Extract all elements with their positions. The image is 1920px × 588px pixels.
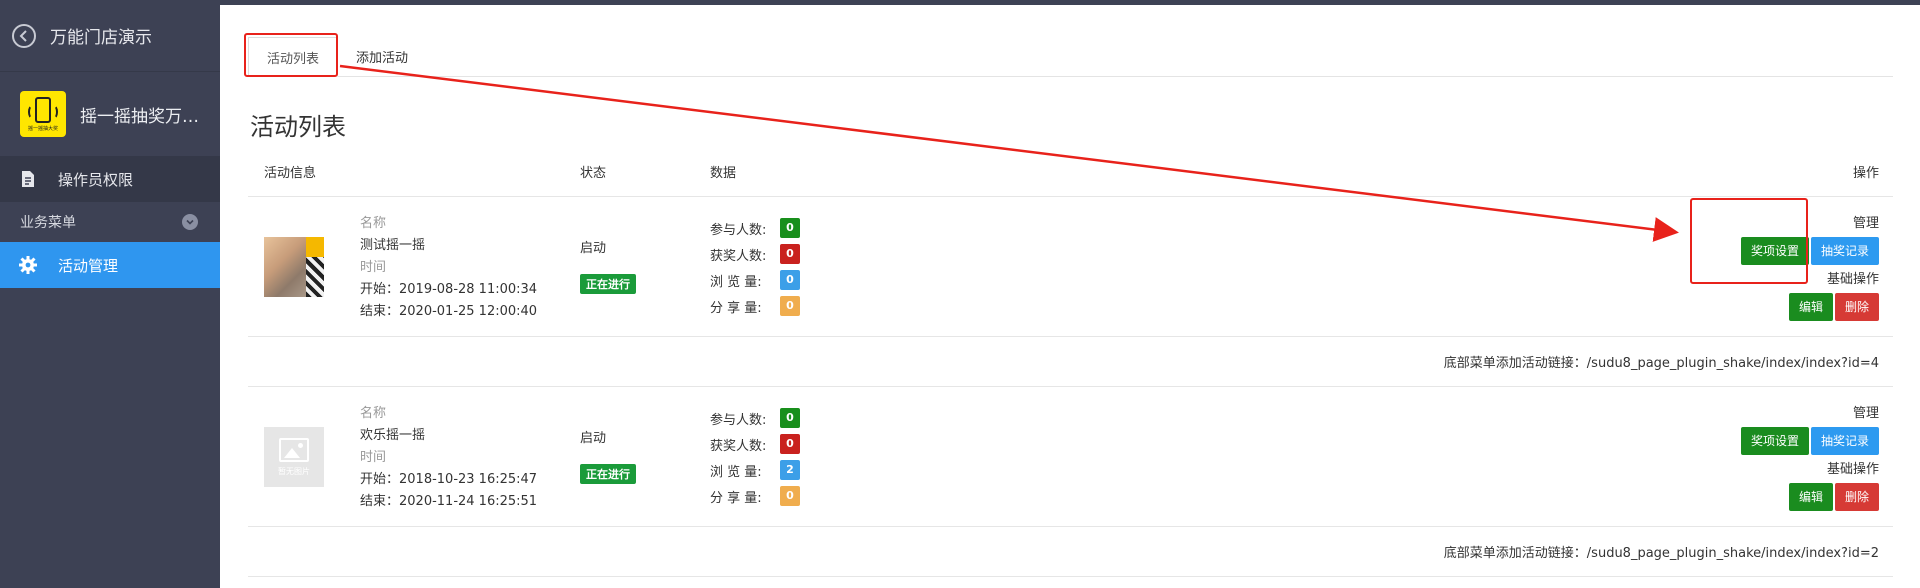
status-badge: 正在进行 — [580, 464, 636, 484]
sidebar-item-label: 操作员权限 — [58, 170, 134, 189]
no-image-caption: 暂无图片 — [278, 466, 310, 476]
shares-label: 分 享 量: — [710, 300, 762, 316]
column-header-data: 数据 — [710, 166, 737, 181]
main-content: 活动列表 添加活动 活动列表 活动信息 状态 数据 操作 名称 测试摇一摇 时间… — [220, 5, 1920, 588]
sidebar-section-label: 业务菜单 — [20, 215, 76, 231]
document-edit-icon — [18, 169, 38, 189]
back-icon[interactable] — [12, 23, 36, 48]
views-label: 浏 览 量: — [710, 274, 762, 290]
name-label: 名称 — [360, 406, 387, 421]
row-operations: 管理 奖项设置 抽奖记录 基础操作 编辑 删除 — [1739, 403, 1879, 515]
participants-count: 0 — [780, 408, 800, 428]
views-count: 2 — [780, 460, 800, 480]
app-logo-caption: 摇一摇抽大奖 — [27, 125, 58, 132]
tab-label: 添加活动 — [356, 50, 409, 66]
activity-table: 活动信息 状态 数据 操作 名称 测试摇一摇 时间 开始：2019-08-28 … — [248, 147, 1893, 577]
time-label: 时间 — [360, 260, 387, 275]
column-header-info: 活动信息 — [264, 166, 317, 181]
status-text: 启动 — [580, 431, 607, 446]
activity-info: 名称 测试摇一摇 时间 开始：2019-08-28 11:00:34 结束：20… — [360, 213, 537, 323]
store-title: 万能门店演示 — [50, 28, 152, 48]
edit-button[interactable]: 编辑 — [1788, 293, 1833, 321]
table-row: 名称 测试摇一摇 时间 开始：2019-08-28 11:00:34 结束：20… — [248, 197, 1893, 337]
participants-count: 0 — [780, 218, 800, 238]
manage-label: 管理 — [1852, 406, 1879, 421]
edit-button[interactable]: 编辑 — [1788, 483, 1833, 511]
winners-label: 获奖人数: — [710, 438, 767, 454]
activity-name: 欢乐摇一摇 — [360, 428, 426, 443]
image-placeholder-icon — [279, 437, 309, 462]
activity-status: 启动 正在进行 — [580, 237, 636, 294]
annotation-box-prize-settings — [1690, 198, 1808, 284]
activity-stats: 参与人数: 0 获奖人数: 0 浏 览 量: 0 分 享 量: 0 — [710, 215, 800, 319]
activity-thumbnail — [264, 237, 324, 297]
column-header-ops: 操作 — [1852, 166, 1879, 181]
table-row: 暂无图片 名称 欢乐摇一摇 时间 开始：2018-10-23 16:25:47 … — [248, 387, 1893, 527]
activity-stats: 参与人数: 0 获奖人数: 0 浏 览 量: 2 分 享 量: 0 — [710, 405, 800, 509]
tab-add-activity[interactable]: 添加活动 — [338, 36, 426, 76]
app-logo: 摇一摇抽大奖 — [20, 91, 66, 137]
sidebar-item-operator-permissions[interactable]: 操作员权限 — [0, 156, 220, 202]
draw-records-button[interactable]: 抽奖记录 — [1810, 237, 1879, 265]
column-header-status: 状态 — [580, 166, 607, 181]
prize-settings-button[interactable]: 奖项设置 — [1740, 427, 1809, 455]
end-time: 结束：2020-01-25 12:00:40 — [360, 304, 538, 319]
annotation-box-tab — [244, 33, 338, 77]
name-label: 名称 — [360, 216, 387, 231]
basic-ops-label: 基础操作 — [1826, 462, 1879, 477]
end-time: 结束：2020-11-24 16:25:51 — [360, 494, 538, 509]
shares-count: 0 — [780, 296, 800, 316]
delete-button[interactable]: 删除 — [1834, 293, 1879, 321]
draw-records-button[interactable]: 抽奖记录 — [1810, 427, 1879, 455]
sidebar-item-label: 活动管理 — [58, 256, 119, 275]
gear-icon — [18, 255, 38, 275]
table-header: 活动信息 状态 数据 操作 — [248, 147, 1893, 197]
activity-link: 底部菜单添加活动链接：/sudu8_page_plugin_shake/inde… — [248, 337, 1893, 387]
winners-count: 0 — [780, 434, 800, 454]
sidebar-header: 万能门店演示 — [0, 0, 220, 72]
tab-bar: 活动列表 添加活动 — [248, 33, 1893, 77]
app-name: 摇一摇抽奖万能... — [80, 106, 210, 127]
delete-button[interactable]: 删除 — [1834, 483, 1879, 511]
start-time: 开始：2019-08-28 11:00:34 — [360, 282, 538, 297]
start-time: 开始：2018-10-23 16:25:47 — [360, 472, 538, 487]
activity-name: 测试摇一摇 — [360, 238, 426, 253]
status-text: 启动 — [580, 241, 607, 256]
app-card: 摇一摇抽大奖 摇一摇抽奖万能... — [0, 72, 220, 156]
winners-label: 获奖人数: — [710, 248, 767, 264]
activity-info: 名称 欢乐摇一摇 时间 开始：2018-10-23 16:25:47 结束：20… — [360, 403, 537, 513]
shares-count: 0 — [780, 486, 800, 506]
views-count: 0 — [780, 270, 800, 290]
sidebar-item-activity-management[interactable]: 活动管理 — [0, 242, 220, 288]
views-label: 浏 览 量: — [710, 464, 762, 480]
shake-phone-icon — [35, 96, 58, 123]
shares-label: 分 享 量: — [710, 490, 762, 506]
activity-link: 底部菜单添加活动链接：/sudu8_page_plugin_shake/inde… — [248, 527, 1893, 577]
chevron-down-icon — [182, 214, 198, 230]
participants-label: 参与人数: — [710, 222, 767, 238]
participants-label: 参与人数: — [710, 412, 767, 428]
sidebar-section-business-menu[interactable]: 业务菜单 — [0, 202, 220, 242]
activity-status: 启动 正在进行 — [580, 427, 636, 484]
activity-thumbnail-placeholder: 暂无图片 — [264, 427, 324, 487]
page-title: 活动列表 — [250, 113, 346, 141]
time-label: 时间 — [360, 450, 387, 465]
winners-count: 0 — [780, 244, 800, 264]
sidebar: 万能门店演示 摇一摇抽大奖 摇一摇抽奖万能... 操作员权限 业务菜单 活动管理 — [0, 0, 220, 588]
status-badge: 正在进行 — [580, 274, 636, 294]
